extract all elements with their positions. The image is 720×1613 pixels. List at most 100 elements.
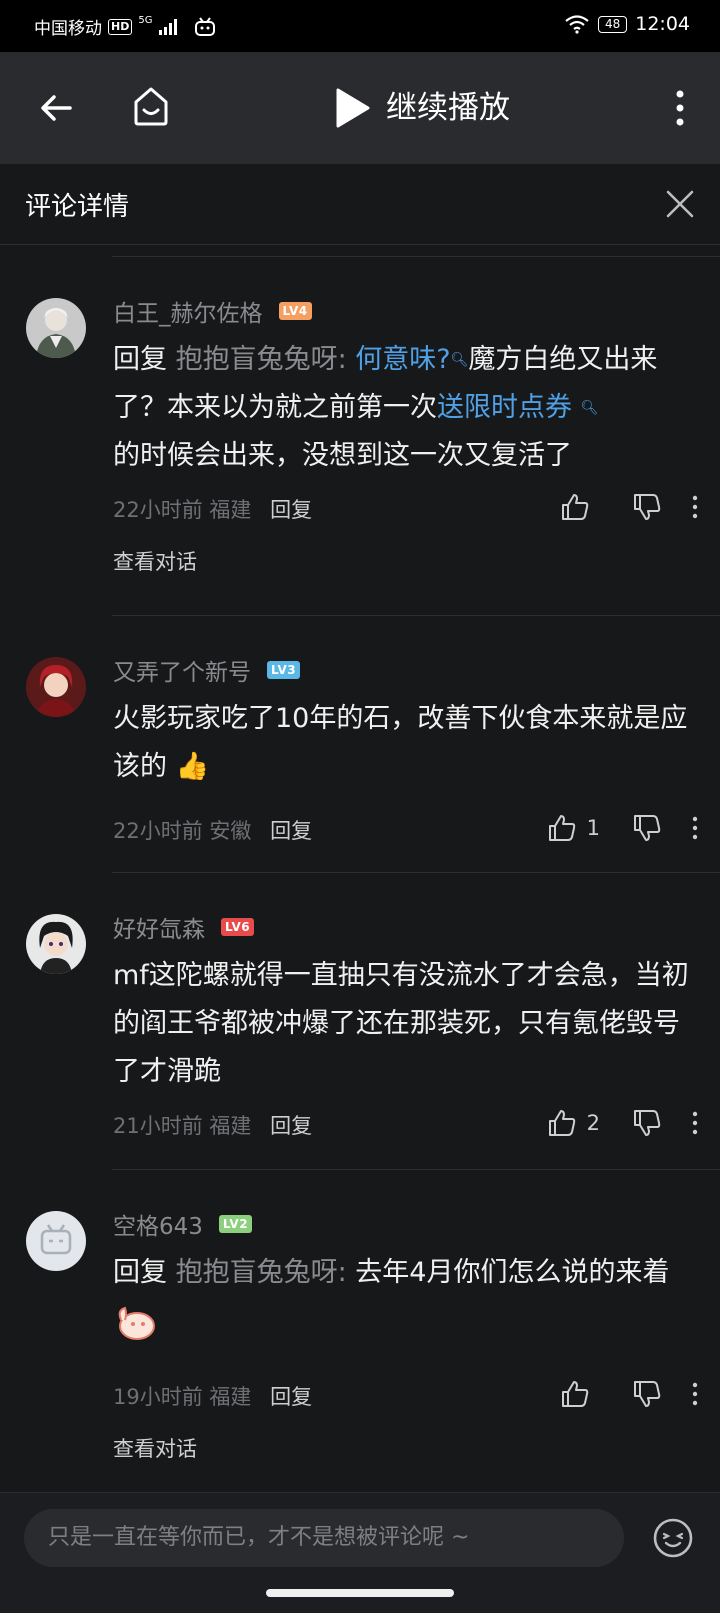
- view-conversation-link[interactable]: 查看对话: [113, 1433, 197, 1463]
- reply-to-user[interactable]: 抱抱盲兔兔呀:: [176, 1257, 347, 1288]
- comment-time: 22小时前: [113, 819, 203, 843]
- close-icon[interactable]: [662, 186, 698, 222]
- comment-actions: 1: [547, 813, 698, 843]
- username[interactable]: 白王_赫尔佐格: [113, 294, 263, 328]
- comment-content: 火影玩家吃了10年的石，改善下伙食本来就是应该的 👍: [113, 695, 698, 791]
- comment-detail-header: 评论详情: [0, 164, 720, 245]
- comment-actions: 2: [547, 1108, 698, 1138]
- more-vertical-icon[interactable]: [692, 495, 698, 519]
- comment-text: 去年4月你们怎么说的来着: [346, 1257, 670, 1288]
- divider: [112, 872, 720, 873]
- home-indicator[interactable]: [266, 1589, 454, 1597]
- status-left: 中国移动 HD 5G: [34, 14, 216, 39]
- like-count: 2: [586, 1111, 600, 1135]
- search-icon: 🔍︎: [580, 400, 599, 416]
- avatar[interactable]: [26, 657, 86, 717]
- comment-actions: [560, 1379, 698, 1409]
- divider: [112, 256, 720, 257]
- comment-location: 安徽: [209, 819, 252, 843]
- network-label: 5G: [138, 15, 153, 26]
- reply-button[interactable]: 回复: [270, 1385, 312, 1409]
- thumbs-up-icon: [562, 1381, 589, 1407]
- wifi-icon: [565, 15, 589, 34]
- thumbs-down-icon[interactable]: [632, 1379, 662, 1409]
- battery-indicator: 48: [597, 15, 628, 33]
- clock: 12:04: [635, 13, 690, 35]
- keyword-link[interactable]: 送限时点券: [437, 392, 572, 423]
- back-arrow-icon[interactable]: [36, 88, 76, 128]
- more-vertical-icon[interactable]: [692, 1382, 698, 1406]
- reply-button[interactable]: 回复: [270, 1114, 312, 1138]
- continue-play-label[interactable]: 继续播放: [386, 86, 510, 130]
- username[interactable]: 好好氙森: [113, 910, 205, 944]
- emoji-icon[interactable]: [652, 1517, 694, 1559]
- comment-author: 好好氙森 LV6: [113, 910, 255, 944]
- comment-time: 22小时前: [113, 498, 203, 522]
- comment-time: 21小时前: [113, 1114, 203, 1138]
- top-nav-bar: 继续播放: [0, 52, 720, 164]
- bilibili-notify-icon: [195, 16, 216, 36]
- comment-location: 福建: [209, 1385, 252, 1409]
- thumbs-up-emoji: 👍: [175, 751, 210, 782]
- page-title: 评论详情: [25, 192, 130, 222]
- divider: [112, 615, 720, 616]
- status-right: 48 12:04: [564, 13, 690, 35]
- comment-location: 福建: [209, 498, 252, 522]
- play-icon[interactable]: [332, 86, 372, 130]
- reply-prefix: 回复: [113, 344, 176, 375]
- keyword-link[interactable]: 何意味?: [355, 344, 450, 375]
- status-bar: 中国移动 HD 5G 48 12:04: [0, 0, 720, 52]
- reply-prefix: 回复: [113, 1257, 176, 1288]
- avatar[interactable]: [26, 298, 86, 358]
- comment-author: 又弄了个新号 LV3: [113, 653, 301, 687]
- thumbs-up-icon: [548, 815, 575, 841]
- divider: [112, 1169, 720, 1170]
- comment-content: 回复 抱抱盲兔兔呀: 去年4月你们怎么说的来着: [113, 1249, 698, 1345]
- like-button[interactable]: [560, 1379, 600, 1409]
- view-conversation-link[interactable]: 查看对话: [113, 546, 197, 576]
- comment-time: 19小时前: [113, 1385, 203, 1409]
- level-badge: LV6: [221, 918, 255, 936]
- like-button[interactable]: [560, 492, 600, 522]
- comment-author: 空格643 LV2: [113, 1207, 253, 1241]
- level-badge: LV3: [267, 661, 301, 679]
- comment-meta: 22小时前 安徽 回复: [113, 815, 312, 845]
- like-button[interactable]: 1: [547, 813, 600, 843]
- comment-input[interactable]: 只是一直在等你而已，才不是想被评论呢 ~: [24, 1509, 624, 1567]
- level-badge: LV4: [278, 302, 312, 320]
- avatar[interactable]: [26, 914, 86, 974]
- comment-content: mf这陀螺就得一直抽只有没流水了才会急，当初的阎王爷都被冲爆了还在那装死，只有氪…: [113, 952, 698, 1096]
- hd-badge: HD: [108, 18, 133, 35]
- comment-text: 的时候会出来，没想到这一次又复活了: [113, 440, 572, 471]
- avatar[interactable]: [26, 1211, 86, 1271]
- reply-button[interactable]: 回复: [270, 498, 312, 522]
- carrier-label: 中国移动: [34, 19, 102, 39]
- more-vertical-icon[interactable]: [692, 1111, 698, 1135]
- username[interactable]: 空格643: [113, 1207, 203, 1241]
- reply-to-user[interactable]: 抱抱盲兔兔呀:: [176, 344, 347, 375]
- username[interactable]: 又弄了个新号: [113, 653, 251, 687]
- more-vertical-icon[interactable]: [692, 816, 698, 840]
- comment-text: mf这陀螺就得一直抽只有没流水了才会急，当初的阎王爷都被冲爆了还在那装死，只有氪…: [113, 960, 689, 1087]
- thumbs-up-icon: [548, 1110, 575, 1136]
- comment-content: 回复 抱抱盲兔兔呀: 何意味?🔍︎魔方白绝又出来了？本来以为就之前第一次送限时点…: [113, 336, 698, 480]
- sticker-icon: [118, 1306, 155, 1340]
- level-badge: LV2: [218, 1215, 253, 1233]
- like-button[interactable]: 2: [547, 1108, 600, 1138]
- comment-input-bar: 只是一直在等你而已，才不是想被评论呢 ~: [0, 1492, 720, 1613]
- signal-icon: [159, 18, 178, 35]
- comment-meta: 22小时前 福建 回复: [113, 494, 312, 524]
- thumbs-down-icon[interactable]: [632, 1108, 662, 1138]
- thumbs-down-icon[interactable]: [632, 813, 662, 843]
- thumbs-down-icon[interactable]: [632, 492, 662, 522]
- comment-location: 福建: [209, 1114, 252, 1138]
- home-icon[interactable]: [130, 84, 172, 128]
- search-icon: 🔍︎: [450, 352, 469, 368]
- comment-author: 白王_赫尔佐格 LV4: [113, 294, 312, 328]
- thumbs-up-icon: [562, 494, 589, 520]
- reply-button[interactable]: 回复: [270, 819, 312, 843]
- like-count: 1: [586, 816, 600, 840]
- more-vertical-icon[interactable]: [670, 88, 690, 128]
- comment-meta: 19小时前 福建 回复: [113, 1381, 312, 1411]
- comment-meta: 21小时前 福建 回复: [113, 1110, 312, 1140]
